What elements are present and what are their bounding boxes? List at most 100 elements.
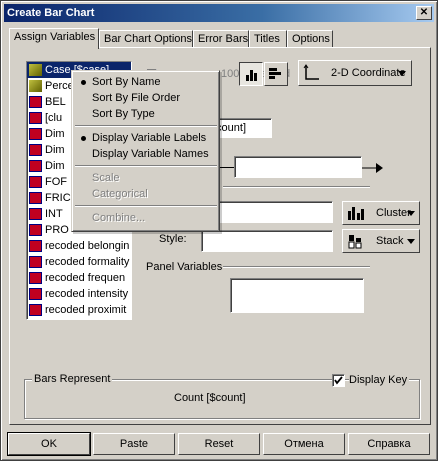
coordinate-axis-icon xyxy=(303,64,319,80)
cluster-variable-field[interactable] xyxy=(201,201,333,223)
stack-bars-icon xyxy=(348,235,362,249)
chevron-down-icon xyxy=(407,211,415,216)
reset-button-label: Reset xyxy=(204,438,234,450)
style-label: Style: xyxy=(159,233,187,245)
tab-label: Options xyxy=(292,33,330,45)
horizontal-bar-chart-icon xyxy=(269,68,281,79)
title-bar: Create Bar Chart ✕ xyxy=(4,4,434,22)
help-button[interactable]: Справка xyxy=(348,433,430,455)
checkmark-icon xyxy=(334,376,343,385)
variable-label: [clu xyxy=(45,112,63,124)
menu-item-label: Categorical xyxy=(92,188,148,200)
help-button-label: Справка xyxy=(367,438,411,450)
variable-label: Dim xyxy=(45,144,65,156)
cluster-bars-icon xyxy=(348,207,364,220)
nominal-icon xyxy=(29,192,42,204)
stack-label: Stack xyxy=(376,235,404,247)
menu-item: Combine... xyxy=(74,210,218,226)
variable-label: INT xyxy=(45,208,63,220)
variable-label: BEL xyxy=(45,96,66,108)
variable-list-item[interactable]: recoded frequen xyxy=(27,270,131,286)
style-variable-field[interactable] xyxy=(201,230,333,252)
menu-item[interactable]: Sort By Name xyxy=(74,74,218,90)
nominal-icon xyxy=(29,160,42,172)
menu-item-label: Combine... xyxy=(92,212,146,224)
menu-item-label: Sort By File Order xyxy=(92,92,181,104)
menu-item-label: Display Variable Labels xyxy=(92,132,207,144)
variable-list-item[interactable]: recoded formality xyxy=(27,254,131,270)
nominal-icon xyxy=(29,208,42,220)
variable-label: recoded belongin xyxy=(45,240,130,252)
reset-button[interactable]: Reset xyxy=(178,433,260,455)
panel-variables-divider xyxy=(223,266,370,268)
tab-assign-variables[interactable]: Assign Variables xyxy=(9,28,99,49)
tab-titles[interactable]: Titles xyxy=(249,30,287,48)
menu-item-label: Scale xyxy=(92,172,120,184)
menu-separator xyxy=(75,165,217,167)
radio-dot-icon xyxy=(81,136,86,141)
nominal-icon xyxy=(29,176,42,188)
chevron-down-icon xyxy=(398,71,406,76)
menu-separator xyxy=(75,125,217,127)
menu-item-label: Display Variable Names xyxy=(92,148,209,160)
menu-item-label: Sort By Name xyxy=(92,76,161,88)
display-key-label: Display Key xyxy=(349,374,410,386)
menu-item[interactable]: Sort By File Order xyxy=(74,90,218,106)
variable-label: recoded proximit xyxy=(45,304,127,316)
ruler-icon xyxy=(29,80,42,92)
nominal-icon xyxy=(29,144,42,156)
ok-button[interactable]: OK xyxy=(7,432,91,456)
paste-button[interactable]: Paste xyxy=(93,433,175,455)
nominal-icon xyxy=(29,256,42,268)
variable-list-item[interactable]: recoded belongin xyxy=(27,238,131,254)
nominal-icon xyxy=(29,128,42,140)
nominal-icon xyxy=(29,288,42,300)
menu-item[interactable]: Display Variable Labels xyxy=(74,130,218,146)
coordinate-dropdown-value: 2-D Coordinate xyxy=(331,67,406,79)
cluster-label: Cluster xyxy=(376,207,411,219)
cluster-dropdown[interactable]: Cluster xyxy=(342,201,420,225)
x-axis-field[interactable] xyxy=(234,156,362,178)
create-bar-chart-dialog: Create Bar Chart ✕ Assign Variables Bar … xyxy=(0,0,438,461)
chevron-down-icon xyxy=(407,239,415,244)
display-key-checkbox[interactable] xyxy=(332,374,345,387)
tab-bar-chart-options[interactable]: Bar Chart Options xyxy=(99,30,193,48)
variable-list-item[interactable]: recoded intensity xyxy=(27,286,131,302)
menu-item-label: Sort By Type xyxy=(92,108,155,120)
variable-label: FRIC xyxy=(45,192,71,204)
cancel-button[interactable]: Отмена xyxy=(263,433,345,455)
x-axis-line-left xyxy=(220,167,235,168)
tab-label: Assign Variables xyxy=(14,31,96,43)
menu-item: Scale xyxy=(74,170,218,186)
stack-dropdown[interactable]: Stack xyxy=(342,229,420,253)
radio-dot-icon xyxy=(81,80,86,85)
tab-label: Error Bars xyxy=(198,33,249,45)
horizontal-bar-button[interactable] xyxy=(264,62,288,86)
menu-item[interactable]: Display Variable Names xyxy=(74,146,218,162)
nominal-icon xyxy=(29,272,42,284)
vertical-bar-button[interactable] xyxy=(239,62,263,86)
variable-label: PRO xyxy=(45,224,69,236)
nominal-icon xyxy=(29,96,42,108)
coordinate-dropdown[interactable]: 2-D Coordinate xyxy=(298,60,412,86)
variable-label: FOF xyxy=(45,176,67,188)
bars-represent-value: Count [$count] xyxy=(174,392,246,404)
nominal-icon xyxy=(29,304,42,316)
tab-options[interactable]: Options xyxy=(287,30,333,48)
tab-label: Titles xyxy=(254,33,280,45)
tab-error-bars[interactable]: Error Bars xyxy=(193,30,249,48)
window-title: Create Bar Chart xyxy=(7,7,95,19)
axis-divider xyxy=(223,186,370,188)
close-button[interactable]: ✕ xyxy=(416,6,432,20)
ok-button-label: OK xyxy=(41,438,57,450)
variable-label: recoded intensity xyxy=(45,288,129,300)
ruler-icon xyxy=(29,64,42,76)
bars-represent-legend: Bars Represent xyxy=(32,373,113,385)
variable-list-item[interactable]: recoded proximit xyxy=(27,302,131,318)
panel-variables-field[interactable] xyxy=(230,278,364,313)
nominal-icon xyxy=(29,240,42,252)
menu-item[interactable]: Sort By Type xyxy=(74,106,218,122)
arrow-right-icon xyxy=(362,163,383,173)
variable-label: recoded formality xyxy=(45,256,130,268)
menu-item: Categorical xyxy=(74,186,218,202)
